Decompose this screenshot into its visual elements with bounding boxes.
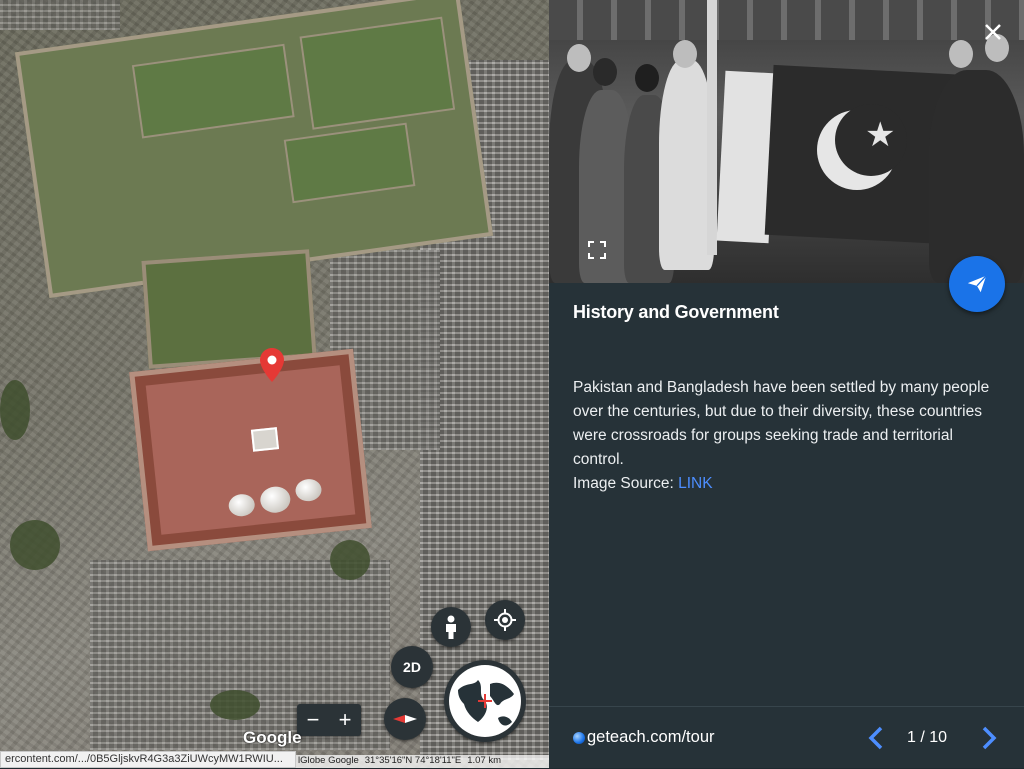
trees [10, 520, 60, 570]
chevron-left-icon[interactable] [863, 724, 889, 752]
chevron-right-icon[interactable] [976, 724, 1002, 752]
photo-person-head [949, 40, 973, 68]
footer-brand[interactable]: geteach.com/tour [573, 728, 715, 747]
status-bar-url: ercontent.com/.../0B5GljskvR4G3a3ZiUWcyM… [0, 751, 296, 768]
send-icon [967, 275, 987, 293]
flag-star: ★ [865, 116, 896, 154]
satellite-map[interactable]: 2D − + Google ercontent.com/.../0B5Gljsk… [0, 0, 549, 768]
globe-logo-icon [573, 731, 585, 744]
city-blocks-north [0, 0, 120, 30]
view-2d-button[interactable]: 2D [391, 646, 433, 688]
coordinates-readout: 31°35'16"N 74°18'11"E [364, 755, 462, 766]
photo-person-head [567, 44, 591, 72]
photo-person-head [673, 40, 697, 68]
info-panel: ★ History and Government Pakistan and Ba… [549, 0, 1024, 768]
image-source-label: Image Source: [573, 475, 679, 492]
image-source-link[interactable]: LINK [678, 475, 712, 492]
fountain [250, 427, 280, 452]
panel-title: History and Government [573, 302, 779, 322]
page-indicator: 1 / 10 [907, 729, 948, 746]
photo-person-head [593, 58, 617, 86]
panel-body: Pakistan and Bangladesh have been settle… [573, 376, 998, 496]
google-logo: Google [243, 728, 302, 747]
trees [330, 540, 370, 580]
zoom-in-button[interactable]: + [339, 709, 352, 731]
scale-readout: 1.07 km [467, 755, 502, 766]
share-button[interactable] [949, 256, 1005, 312]
fullscreen-icon[interactable] [587, 240, 607, 260]
panel-footer: geteach.com/tour 1 / 10 [549, 706, 1024, 769]
trees [210, 690, 260, 720]
zoom-control: − + [297, 704, 361, 736]
photo-person-head [635, 64, 659, 92]
pegman-icon[interactable] [431, 607, 471, 647]
badshahi-mosque [129, 348, 372, 552]
historical-photo: ★ [549, 0, 1024, 283]
location-pin-icon[interactable] [260, 348, 284, 382]
map-attribution: lGlobe Google 31°35'16"N 74°18'11"E 1.07… [296, 755, 549, 768]
footer-brand-text: geteach.com/tour [587, 728, 715, 746]
photo-person [659, 60, 714, 270]
panel-description: Pakistan and Bangladesh have been settle… [573, 379, 990, 468]
zoom-out-button[interactable]: − [307, 709, 320, 731]
imagery-credit: lGlobe Google [298, 755, 359, 766]
my-location-icon[interactable] [485, 600, 525, 640]
flag-pole [707, 0, 717, 255]
hazuri-bagh [141, 249, 317, 369]
globe-icon[interactable] [444, 660, 526, 742]
compass-icon[interactable] [384, 698, 426, 740]
photo-person [929, 70, 1024, 283]
close-icon[interactable] [981, 20, 1005, 44]
photo-building [549, 0, 1024, 40]
trees [0, 380, 30, 440]
